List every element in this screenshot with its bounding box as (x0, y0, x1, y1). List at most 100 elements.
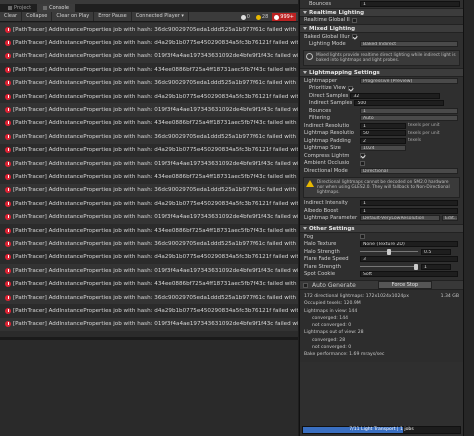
tab-project[interactable]: Project (2, 4, 37, 12)
log-entry[interactable]: [PathTracer] AddInstanceProperties job w… (0, 197, 298, 211)
force-stop-button[interactable]: Force Stop (377, 281, 432, 289)
flare-strength-field[interactable]: 1 (421, 263, 451, 270)
connected-player-dropdown[interactable]: Connected Player ▾ (132, 12, 189, 21)
log-counts: 0 28 999+ (239, 13, 296, 21)
slider-thumb[interactable] (414, 263, 418, 270)
log-entry[interactable]: [PathTracer] AddInstanceProperties job w… (0, 116, 298, 131)
other-settings-header[interactable]: Other Settings (300, 224, 463, 233)
error-icon (5, 173, 11, 180)
indirect-intensity-field[interactable]: 1 (360, 200, 458, 207)
log-entry[interactable]: [PathTracer] AddInstanceProperties job w… (0, 156, 298, 171)
lighting-mode-dropdown[interactable]: Baked Indirect (360, 41, 458, 48)
log-entry[interactable]: [PathTracer] AddInstanceProperties job w… (0, 23, 298, 37)
halo-texture-row: Halo Texture None (Texture 2D) (300, 241, 463, 249)
log-entry-text: [PathTracer] AddInstanceProperties job w… (13, 147, 298, 154)
log-entry[interactable]: [PathTracer] AddInstanceProperties job w… (0, 76, 298, 90)
error-icon (5, 200, 11, 207)
compress-lightmaps-label: Compress Lightm (304, 152, 350, 159)
albedo-boost-field[interactable]: 1 (360, 207, 458, 214)
direct-samples-row: Direct Samples 32 (300, 92, 463, 100)
error-icon (5, 187, 11, 194)
error-pause-toggle[interactable]: Error Pause (94, 12, 132, 21)
log-entry[interactable]: [PathTracer] AddInstanceProperties job w… (0, 304, 298, 318)
log-entry[interactable]: [PathTracer] AddInstanceProperties job w… (0, 49, 298, 64)
error-icon (5, 160, 11, 167)
log-entry-text: [PathTracer] AddInstanceProperties job w… (13, 294, 298, 301)
log-entry-text: [PathTracer] AddInstanceProperties job w… (13, 40, 298, 47)
error-icon (5, 93, 11, 100)
lightmap-resolution-unit: texels per unit (408, 130, 440, 136)
log-entry[interactable]: [PathTracer] AddInstanceProperties job w… (0, 170, 298, 184)
log-entry[interactable]: [PathTracer] AddInstanceProperties job w… (0, 250, 298, 265)
log-entry[interactable]: [PathTracer] AddInstanceProperties job w… (0, 36, 298, 50)
log-entry[interactable]: [PathTracer] AddInstanceProperties job w… (0, 103, 298, 117)
clear-button[interactable]: Clear (0, 12, 23, 21)
directional-mode-label: Directional Mode (304, 167, 348, 174)
slider-track (360, 266, 418, 268)
log-entry[interactable]: [PathTracer] AddInstanceProperties job w… (0, 63, 298, 77)
bounces-dropdown[interactable]: 1 (360, 107, 458, 114)
halo-texture-field[interactable]: None (Texture 2D) (360, 241, 458, 248)
collapse-toggle[interactable]: Collapse (22, 12, 53, 21)
lightmap-padding-field[interactable]: 2 (360, 137, 406, 144)
warning-count-toggle[interactable]: 28 (254, 13, 270, 21)
log-entry[interactable]: [PathTracer] AddInstanceProperties job w… (0, 143, 298, 157)
compress-lightmaps-checkbox[interactable] (360, 153, 365, 159)
lightmap-resolution-field[interactable]: 50 (360, 130, 406, 137)
prioritize-view-checkbox[interactable] (347, 85, 353, 91)
lightmap-parameters-edit-button[interactable]: Edit... (442, 215, 458, 222)
lightmapping-settings-header[interactable]: Lightmapping Settings (300, 68, 463, 77)
log-entry[interactable]: [PathTracer] AddInstanceProperties job w… (0, 317, 298, 331)
log-entry[interactable]: [PathTracer] AddInstanceProperties job w… (0, 264, 298, 278)
error-count-toggle[interactable]: 999+ (272, 13, 296, 21)
mixed-lighting-header[interactable]: Mixed Lighting (300, 24, 463, 33)
log-entry[interactable]: [PathTracer] AddInstanceProperties job w… (0, 277, 298, 291)
error-icon (5, 80, 11, 87)
bounces-top-field[interactable]: 1 (360, 0, 460, 7)
realtime-gi-checkbox[interactable] (351, 17, 357, 23)
log-entry[interactable]: [PathTracer] AddInstanceProperties job w… (0, 210, 298, 224)
lightmap-size-dropdown[interactable]: 1024 (360, 145, 406, 152)
lightmap-parameters-dropdown[interactable]: Default-VeryLowResolution (360, 215, 440, 222)
flare-fade-field[interactable]: 3 (360, 256, 458, 263)
indirect-samples-field[interactable]: 500 (354, 100, 445, 107)
filtering-dropdown[interactable]: Auto (360, 115, 458, 122)
log-entry[interactable]: [PathTracer] AddInstanceProperties job w… (0, 290, 298, 305)
log-entry-text: [PathTracer] AddInstanceProperties job w… (13, 80, 298, 87)
spot-cookie-field[interactable]: Soft (360, 271, 458, 278)
log-entry[interactable]: [PathTracer] AddInstanceProperties job w… (0, 89, 298, 104)
log-list[interactable]: [PathTracer] AddInstanceProperties job w… (0, 23, 298, 336)
lighting-mode-row: Lighting Mode Baked Indirect (300, 41, 463, 49)
directional-mode-dropdown[interactable]: Directional (360, 167, 458, 174)
baked-gi-checkbox[interactable] (351, 34, 357, 40)
baked-gi-row: Baked Global Illur (300, 33, 463, 41)
indirect-samples-row: Indirect Samples 500 (300, 100, 463, 108)
log-entry[interactable]: [PathTracer] AddInstanceProperties job w… (0, 183, 298, 198)
clear-on-play-toggle[interactable]: Clear on Play (52, 12, 95, 21)
log-entry-text: [PathTracer] AddInstanceProperties job w… (13, 307, 298, 314)
halo-strength-slider[interactable] (360, 248, 418, 255)
auto-generate-checkbox[interactable] (303, 282, 308, 288)
baked-gi-label: Baked Global Illur (304, 33, 350, 40)
log-entry[interactable]: [PathTracer] AddInstanceProperties job w… (0, 237, 298, 251)
directional-warning-text: Directional lightmaps cannot be decoded … (317, 179, 450, 195)
flare-strength-slider[interactable] (360, 263, 418, 270)
lightmapper-dropdown[interactable]: Progressive (Preview) (360, 77, 458, 84)
realtime-gi-label: Realtime Global Il (304, 17, 350, 24)
info-count-toggle[interactable]: 0 (239, 13, 252, 21)
log-entry[interactable]: [PathTracer] AddInstanceProperties job w… (0, 223, 298, 238)
direct-samples-field[interactable]: 32 (350, 92, 441, 99)
halo-strength-field[interactable]: 0.5 (421, 248, 451, 255)
error-icon (5, 26, 11, 33)
log-entry[interactable]: [PathTracer] AddInstanceProperties job w… (0, 130, 298, 144)
lightmap-size-label: Lightmap Size (304, 145, 341, 152)
fog-checkbox[interactable] (360, 234, 365, 240)
ambient-occlusion-checkbox[interactable] (360, 160, 365, 166)
fog-label: Fog (304, 233, 314, 240)
tab-console[interactable]: Console (37, 4, 75, 12)
indirect-resolution-field[interactable]: 1 (360, 122, 406, 129)
log-entry-text: [PathTracer] AddInstanceProperties job w… (13, 160, 298, 167)
error-icon (5, 254, 11, 261)
realtime-lighting-header[interactable]: Realtime Lighting (300, 7, 463, 17)
slider-thumb[interactable] (387, 248, 391, 255)
